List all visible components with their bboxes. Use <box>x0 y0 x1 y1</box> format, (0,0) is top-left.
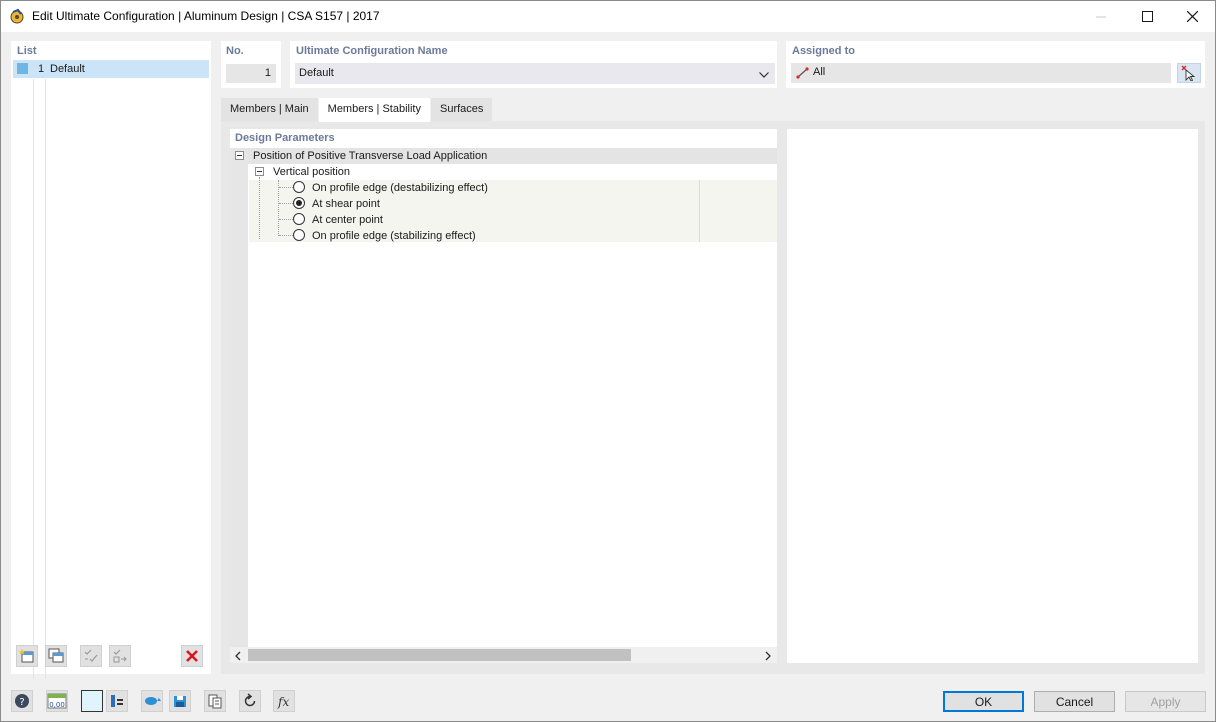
number-label: No. <box>226 45 244 57</box>
tree-connector <box>278 180 279 236</box>
list-item-name: Default <box>50 63 85 75</box>
option-shear-point-label: At shear point <box>312 198 380 210</box>
minimize-button[interactable] <box>1078 1 1124 32</box>
tree-connector <box>279 219 293 220</box>
help-icon[interactable]: ? <box>11 690 33 712</box>
tab-members-main[interactable]: Members | Main <box>221 98 318 121</box>
assigned-to-label: Assigned to <box>792 45 855 57</box>
list-item-number: 1 <box>38 63 45 75</box>
assigned-to-value: All <box>813 66 826 78</box>
list-divider <box>45 79 46 679</box>
list-label: List <box>17 45 37 57</box>
list-item[interactable]: 1 Default <box>13 60 209 78</box>
scroll-right-icon[interactable] <box>764 650 772 664</box>
option-stabilizing-label: On profile edge (stabilizing effect) <box>312 230 476 242</box>
title-bar: Edit Ultimate Configuration | Aluminum D… <box>1 1 1215 32</box>
tree-connector <box>279 187 293 188</box>
document-icon[interactable] <box>204 690 226 712</box>
check-items-button[interactable] <box>80 645 102 667</box>
column-separator <box>699 180 700 242</box>
number-field[interactable]: 1 <box>226 64 276 83</box>
tree-subgroup-row[interactable]: Vertical position <box>248 164 777 180</box>
color-swatch <box>17 63 28 74</box>
collapse-icon[interactable] <box>255 167 264 176</box>
config-name-panel: Ultimate Configuration Name Default <box>290 41 777 88</box>
tree-connector <box>259 177 260 239</box>
radio-center-point[interactable] <box>293 213 305 225</box>
tree-connector <box>279 235 293 236</box>
radio-stabilizing[interactable] <box>293 229 305 241</box>
new-item-button[interactable] <box>16 645 38 667</box>
select-in-model-button[interactable] <box>1177 63 1201 83</box>
assigned-to-field[interactable]: All <box>791 63 1171 83</box>
color-box-button[interactable] <box>81 690 103 712</box>
section-view-icon[interactable] <box>106 690 128 712</box>
dialog-window: Edit Ultimate Configuration | Aluminum D… <box>0 0 1216 722</box>
collapse-icon[interactable] <box>235 151 244 160</box>
assigned-to-panel: Assigned to All <box>786 41 1205 88</box>
option-center-point-label: At center point <box>312 214 383 226</box>
apply-button[interactable]: Apply <box>1125 691 1206 712</box>
group-label: Position of Positive Transverse Load App… <box>253 150 488 162</box>
uncheck-items-button[interactable] <box>109 645 131 667</box>
list-toolbar <box>11 645 211 671</box>
number-panel: No. 1 <box>221 41 281 88</box>
design-parameters-panel: Design Parameters Position of Positive T… <box>230 129 777 663</box>
list-divider <box>33 79 34 679</box>
radio-destabilizing[interactable] <box>293 181 305 193</box>
chevron-down-icon[interactable] <box>759 69 769 81</box>
ok-button[interactable]: OK <box>943 691 1024 712</box>
close-button[interactable] <box>1169 1 1215 32</box>
tab-surfaces[interactable]: Surfaces <box>430 98 493 121</box>
model-view-icon[interactable] <box>141 690 163 712</box>
window-title: Edit Ultimate Configuration | Aluminum D… <box>32 9 380 23</box>
tab-members-stability[interactable]: Members | Stability <box>318 98 430 122</box>
radio-shear-point[interactable] <box>293 197 305 209</box>
delete-item-button[interactable] <box>181 645 203 667</box>
option-destabilizing-label: On profile edge (destabilizing effect) <box>312 182 488 194</box>
scroll-left-icon[interactable] <box>234 650 242 664</box>
tree-gutter <box>230 148 248 647</box>
config-name-value: Default <box>299 67 334 79</box>
svg-text:?: ? <box>19 697 24 708</box>
subgroup-label: Vertical position <box>273 166 351 178</box>
reset-icon[interactable] <box>239 690 261 712</box>
maximize-button[interactable] <box>1124 1 1170 32</box>
formula-icon[interactable]: fx <box>273 690 295 712</box>
info-panel <box>787 129 1198 663</box>
tree-group-row[interactable]: Position of Positive Transverse Load App… <box>248 148 777 164</box>
list-panel: List 1 Default <box>11 41 211 679</box>
scrollbar-thumb[interactable] <box>248 649 631 661</box>
tab-bar: Members | Main Members | Stability Surfa… <box>221 98 493 122</box>
copy-item-button[interactable] <box>45 645 67 667</box>
config-name-dropdown[interactable]: Default <box>295 63 775 84</box>
save-settings-icon[interactable] <box>169 690 191 712</box>
svg-text:fx: fx <box>277 695 289 709</box>
cancel-button[interactable]: Cancel <box>1034 691 1115 712</box>
config-name-label: Ultimate Configuration Name <box>296 45 448 57</box>
horizontal-scrollbar[interactable] <box>230 647 777 663</box>
design-parameters-label: Design Parameters <box>235 132 335 144</box>
app-icon <box>9 8 25 24</box>
number-format-text: 0,00 <box>49 701 65 709</box>
number-format-button[interactable]: 0,00 <box>46 690 68 712</box>
tree-connector <box>279 203 293 204</box>
member-icon <box>796 67 810 82</box>
